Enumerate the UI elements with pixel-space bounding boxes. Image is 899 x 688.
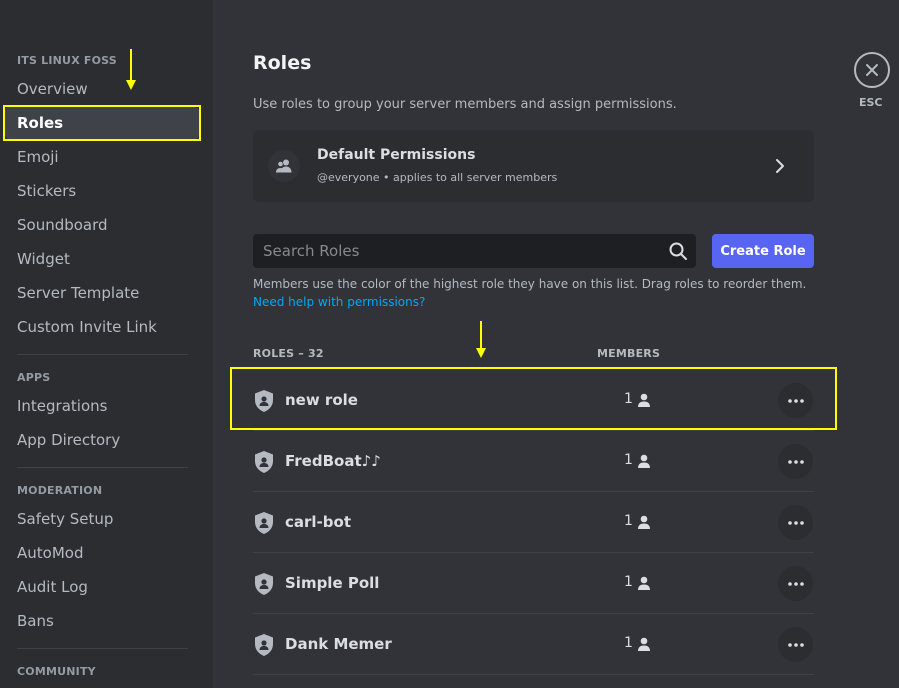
role-row[interactable]: carl-bot 1 bbox=[253, 492, 814, 553]
create-role-button[interactable]: Create Role bbox=[712, 234, 814, 268]
shield-icon bbox=[255, 390, 273, 412]
search-roles-input[interactable] bbox=[253, 234, 653, 268]
person-icon bbox=[638, 393, 650, 407]
sidebar-item-safety-setup[interactable]: Safety Setup bbox=[5, 503, 199, 535]
roles-hint-text: Members use the color of the highest rol… bbox=[253, 277, 807, 291]
sidebar-item-integrations[interactable]: Integrations bbox=[5, 390, 199, 422]
sidebar-item-audit-log[interactable]: Audit Log bbox=[5, 571, 199, 603]
moderation-section-header: MODERATION bbox=[17, 484, 103, 497]
close-icon bbox=[866, 64, 878, 76]
sidebar-divider bbox=[17, 648, 188, 649]
settings-sidebar: ITS LINUX FOSS Overview Roles Emoji Stic… bbox=[0, 0, 213, 688]
apps-section-header: APPS bbox=[17, 371, 51, 384]
role-name: Dank Memer bbox=[285, 635, 392, 653]
role-more-button[interactable] bbox=[778, 383, 813, 418]
default-permissions-card[interactable]: Default Permissions @everyone • applies … bbox=[253, 130, 814, 202]
person-icon bbox=[638, 637, 650, 651]
role-more-button[interactable] bbox=[778, 627, 813, 662]
role-name: carl-bot bbox=[285, 513, 351, 531]
role-more-button[interactable] bbox=[778, 505, 813, 540]
shield-icon bbox=[255, 634, 273, 656]
role-name: Simple Poll bbox=[285, 574, 380, 592]
sidebar-item-soundboard[interactable]: Soundboard bbox=[5, 209, 199, 241]
shield-icon bbox=[255, 451, 273, 473]
role-row[interactable]: FredBoat♪♪ 1 bbox=[253, 431, 814, 492]
sidebar-item-app-directory[interactable]: App Directory bbox=[5, 424, 199, 456]
sidebar-item-widget[interactable]: Widget bbox=[5, 243, 199, 275]
more-icon bbox=[787, 398, 804, 403]
shield-icon bbox=[255, 573, 273, 595]
down-arrow-icon bbox=[476, 321, 486, 358]
sidebar-item-server-template[interactable]: Server Template bbox=[5, 277, 199, 309]
more-icon bbox=[787, 520, 804, 525]
person-icon bbox=[638, 454, 650, 468]
sidebar-item-stickers[interactable]: Stickers bbox=[5, 175, 199, 207]
more-icon bbox=[787, 581, 804, 586]
more-icon bbox=[787, 642, 804, 647]
default-permissions-subtitle: @everyone • applies to all server member… bbox=[317, 171, 558, 184]
role-row[interactable]: new role 1 bbox=[253, 370, 814, 431]
members-column-header: MEMBERS bbox=[597, 347, 661, 360]
sidebar-item-custom-invite-link[interactable]: Custom Invite Link bbox=[5, 311, 199, 343]
server-section-header: ITS LINUX FOSS bbox=[17, 54, 117, 67]
role-member-count: 1 bbox=[624, 635, 633, 651]
role-name: new role bbox=[285, 391, 358, 409]
role-row[interactable]: Dank Memer 1 bbox=[253, 614, 814, 675]
close-button[interactable] bbox=[854, 52, 890, 88]
role-row[interactable]: Simple Poll 1 bbox=[253, 553, 814, 614]
role-member-count: 1 bbox=[624, 452, 633, 468]
role-name: FredBoat♪♪ bbox=[285, 452, 381, 470]
role-more-button[interactable] bbox=[778, 444, 813, 479]
sidebar-item-automod[interactable]: AutoMod bbox=[5, 537, 199, 569]
sidebar-divider bbox=[17, 354, 188, 355]
person-icon bbox=[638, 515, 650, 529]
esc-label: ESC bbox=[859, 96, 883, 109]
role-member-count: 1 bbox=[624, 513, 633, 529]
role-more-button[interactable] bbox=[778, 566, 813, 601]
people-icon bbox=[268, 150, 300, 182]
sidebar-item-overview[interactable]: Overview bbox=[5, 73, 199, 105]
page-title: Roles bbox=[253, 52, 312, 74]
sidebar-item-bans[interactable]: Bans bbox=[5, 605, 199, 637]
community-section-header: COMMUNITY bbox=[17, 665, 96, 678]
role-member-count: 1 bbox=[624, 391, 633, 407]
chevron-right-icon bbox=[776, 159, 784, 173]
sidebar-item-roles[interactable]: Roles bbox=[5, 107, 199, 139]
sidebar-item-emoji[interactable]: Emoji bbox=[5, 141, 199, 173]
role-member-count: 1 bbox=[624, 574, 633, 590]
person-icon bbox=[638, 576, 650, 590]
search-icon bbox=[669, 242, 687, 260]
search-roles-container bbox=[253, 234, 696, 268]
roles-column-header: ROLES – 32 bbox=[253, 347, 324, 360]
more-icon bbox=[787, 459, 804, 464]
permissions-help-link[interactable]: Need help with permissions? bbox=[253, 295, 425, 309]
default-permissions-title: Default Permissions bbox=[317, 147, 476, 163]
sidebar-divider bbox=[17, 467, 188, 468]
page-description: Use roles to group your server members a… bbox=[253, 97, 677, 112]
shield-icon bbox=[255, 512, 273, 534]
